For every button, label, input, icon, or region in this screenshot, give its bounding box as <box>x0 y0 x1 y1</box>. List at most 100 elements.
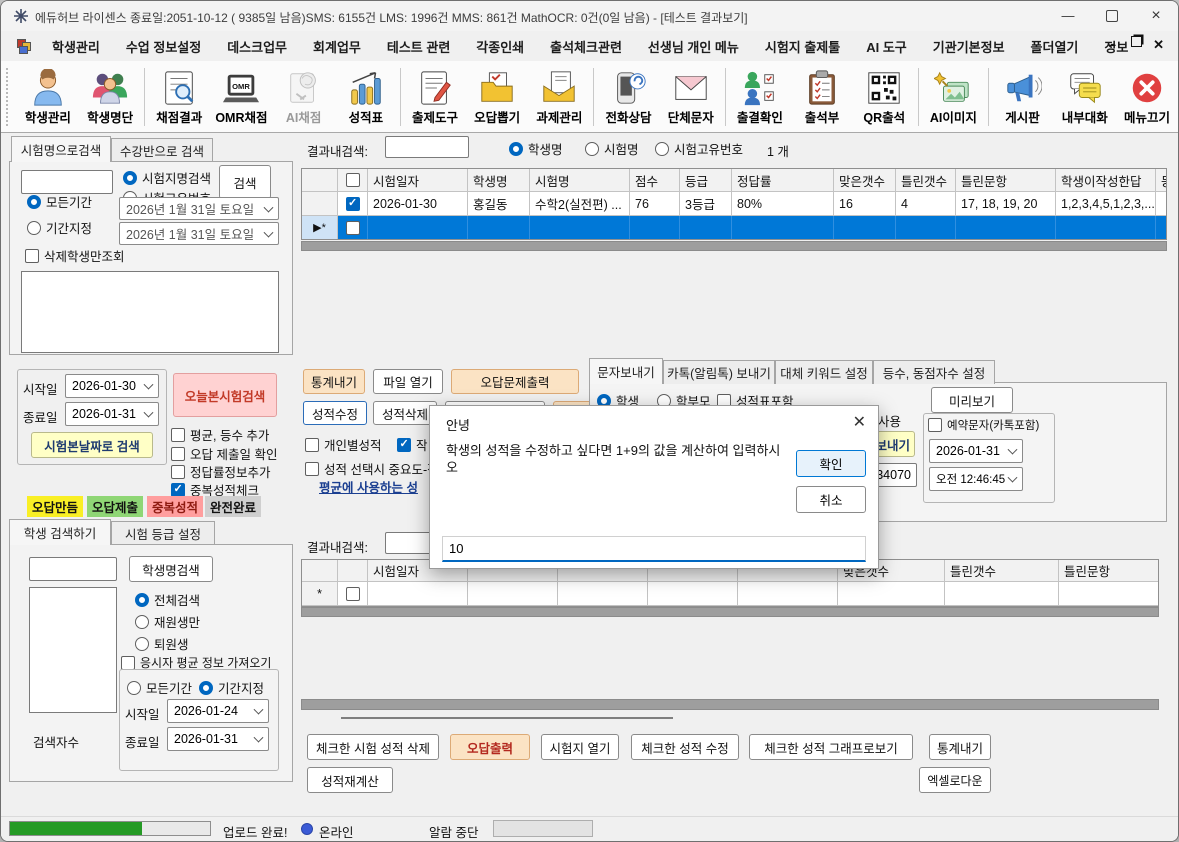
start-date-combo[interactable]: 2026-01-30 <box>65 374 159 398</box>
cell-rank[interactable] <box>1156 192 1166 216</box>
bottom-grid-empty-row[interactable]: * <box>302 582 1158 606</box>
toolbar-internal-chat[interactable]: 내부대화 <box>1054 65 1116 129</box>
bottom-grid-scroll-strip[interactable] <box>301 607 1159 617</box>
column-header-wrong-count[interactable]: 틀린갯수 <box>945 560 1059 582</box>
toolbar-ai-grading[interactable]: AI채점 <box>273 65 335 129</box>
checkbox-deleted-students-only[interactable]: 삭제학생만조회 <box>25 246 125 265</box>
cell-wrong-items[interactable]: 17, 18, 19, 20 <box>956 192 1056 216</box>
row-checkbox[interactable] <box>338 582 368 606</box>
cell-correct-count[interactable]: 16 <box>834 192 896 216</box>
empty-cell[interactable] <box>896 216 956 240</box>
preview-button[interactable]: 미리보기 <box>931 387 1013 413</box>
score-edit-button[interactable]: 성적수정 <box>303 401 367 425</box>
open-exam-paper-button[interactable]: 시험지 열기 <box>541 734 619 760</box>
menu-student-mgmt[interactable]: 학생관리 <box>39 37 113 56</box>
row-selector-cell[interactable] <box>302 192 338 216</box>
dialog-answer-input[interactable]: 10 <box>442 536 866 562</box>
column-header-exam-name[interactable]: 시험명 <box>530 169 630 192</box>
empty-cell[interactable] <box>1059 582 1158 606</box>
menu-ai-tools[interactable]: AI 도구 <box>853 37 920 56</box>
empty-cell[interactable] <box>468 216 530 240</box>
empty-cell[interactable] <box>732 216 834 240</box>
date-combo-2[interactable]: 2026년 1월 31일 토요일 <box>119 222 279 245</box>
checkbox-wrong-submit-check[interactable]: 오답 제출일 확인 <box>171 444 277 463</box>
empty-cell[interactable] <box>834 216 896 240</box>
menu-accounting[interactable]: 회계업무 <box>300 37 374 56</box>
wrong-answer-print-button[interactable]: 오답문제출력 <box>451 369 579 394</box>
checkbox-avg-rank-add[interactable]: 평균, 등수 추가 <box>171 425 269 444</box>
today-exam-search-button[interactable]: 오늘본시험검색 <box>173 373 277 417</box>
toolbar-exam-maker[interactable]: 출제도구 <box>404 65 466 129</box>
menu-attendance[interactable]: 출석체크관련 <box>537 37 635 56</box>
radio-exam-title-search[interactable]: 시험지명검색 <box>123 168 211 187</box>
empty-cell[interactable] <box>738 582 838 606</box>
empty-cell[interactable] <box>530 216 630 240</box>
row-checkbox[interactable] <box>338 216 368 240</box>
recalculate-scores-button[interactable]: 성적재계산 <box>307 767 393 793</box>
mdi-restore-icon[interactable] <box>1131 35 1142 50</box>
menu-org-info[interactable]: 기관기본정보 <box>920 37 1018 56</box>
checkbox-reserve-sms[interactable]: 예약문자(카톡포함) <box>928 417 1039 433</box>
end-date-combo-2[interactable]: 2026-01-31 <box>167 727 269 751</box>
column-header-rank[interactable]: 등수 <box>1156 169 1166 192</box>
toolbar-ai-image[interactable]: AI이미지 <box>922 65 984 129</box>
cell-correct-rate[interactable]: 80% <box>732 192 834 216</box>
column-header-correct-count[interactable]: 맞은갯수 <box>834 169 896 192</box>
wrong-answer-output-button[interactable]: 오답출력 <box>450 734 530 760</box>
empty-cell[interactable] <box>468 582 558 606</box>
cell-student-answers[interactable]: 1,2,3,4,5,1,2,3,... <box>1056 192 1156 216</box>
radio-period-range-2[interactable]: 기간지정 <box>199 678 264 697</box>
menu-teacher-personal[interactable]: 선생님 개인 메뉴 <box>635 37 752 56</box>
selected-empty-row[interactable]: ▶* <box>302 216 1166 240</box>
dialog-ok-button[interactable]: 확인 <box>796 450 866 477</box>
radio-all-period-2[interactable]: 모든기간 <box>127 678 192 697</box>
cell-exam-name[interactable]: 수학2(실전편) ... <box>530 192 630 216</box>
radio-filter-exam-id[interactable]: 시험고유번호 <box>655 139 743 158</box>
results-grid-hscrollbar[interactable] <box>301 241 1167 251</box>
end-date-combo[interactable]: 2026-01-31 <box>65 402 159 426</box>
toolbar-attendance-book[interactable]: 출석부 <box>791 65 853 129</box>
exam-list-box[interactable] <box>21 271 279 353</box>
edit-checked-scores-button[interactable]: 체크한 성적 수정 <box>631 734 739 760</box>
radio-period-range[interactable]: 기간지정 <box>27 218 92 237</box>
maximize-button[interactable] <box>1090 1 1134 30</box>
toolbar-student-mgmt[interactable]: 학생관리 <box>17 65 79 129</box>
empty-cell[interactable] <box>368 582 468 606</box>
toolbar-wrong-answer[interactable]: 오답뽑기 <box>466 65 528 129</box>
tab-search-by-class[interactable]: 수강반으로 검색 <box>111 138 213 162</box>
toolbar-homework-mgmt[interactable]: 과제관리 <box>528 65 590 129</box>
tab-exam-grade-setting[interactable]: 시험 등급 설정 <box>111 521 215 545</box>
radio-enrolled-only[interactable]: 재원생만 <box>135 612 200 631</box>
toolbar-attendance-check[interactable]: 출결확인 <box>729 65 791 129</box>
toolbar-board[interactable]: 게시판 <box>991 65 1053 129</box>
toolbar-qr-attendance[interactable]: QR출석 <box>853 65 915 129</box>
dialog-cancel-button[interactable]: 취소 <box>796 486 866 513</box>
menu-class-info[interactable]: 수업 정보설정 <box>113 37 214 56</box>
checkbox-partially-hidden[interactable]: 작 <box>397 435 428 454</box>
radio-all-period[interactable]: 모든기간 <box>27 192 92 211</box>
empty-cell[interactable] <box>630 216 680 240</box>
empty-cell[interactable] <box>838 582 945 606</box>
menu-print[interactable]: 각종인쇄 <box>463 37 537 56</box>
tab-send-sms[interactable]: 문자보내기 <box>589 358 663 384</box>
empty-cell[interactable] <box>1056 216 1156 240</box>
start-date-combo-2[interactable]: 2026-01-24 <box>167 699 269 723</box>
exam-search-input[interactable] <box>21 170 113 194</box>
menu-open-folder[interactable]: 폴더열기 <box>1018 37 1092 56</box>
toolbar-phone-consult[interactable]: 전화상담 <box>597 65 659 129</box>
bottom-grid-hscrollbar[interactable] <box>301 699 1159 710</box>
mdi-minimize-icon[interactable]: – <box>1109 37 1116 52</box>
column-header-grade[interactable]: 등급 <box>680 169 732 192</box>
column-header-wrong-items[interactable]: 틀린문항 <box>1059 560 1158 582</box>
empty-cell[interactable] <box>558 582 648 606</box>
toolbar-grading-result[interactable]: 채점결과 <box>148 65 210 129</box>
toolbar-omr-grading[interactable]: OMR OMR채점 <box>210 65 272 129</box>
stats-button-bottom[interactable]: 통계내기 <box>929 734 991 760</box>
toolbar-menu-off[interactable]: 메뉴끄기 <box>1116 65 1178 129</box>
column-header-student-name[interactable]: 학생명 <box>468 169 530 192</box>
column-header-student-answers[interactable]: 학생이작성한답 <box>1056 169 1156 192</box>
row-checkbox[interactable] <box>338 192 368 216</box>
empty-cell[interactable] <box>1156 216 1166 240</box>
empty-cell[interactable] <box>945 582 1059 606</box>
delete-checked-scores-button[interactable]: 체크한 시험 성적 삭제 <box>307 734 439 760</box>
